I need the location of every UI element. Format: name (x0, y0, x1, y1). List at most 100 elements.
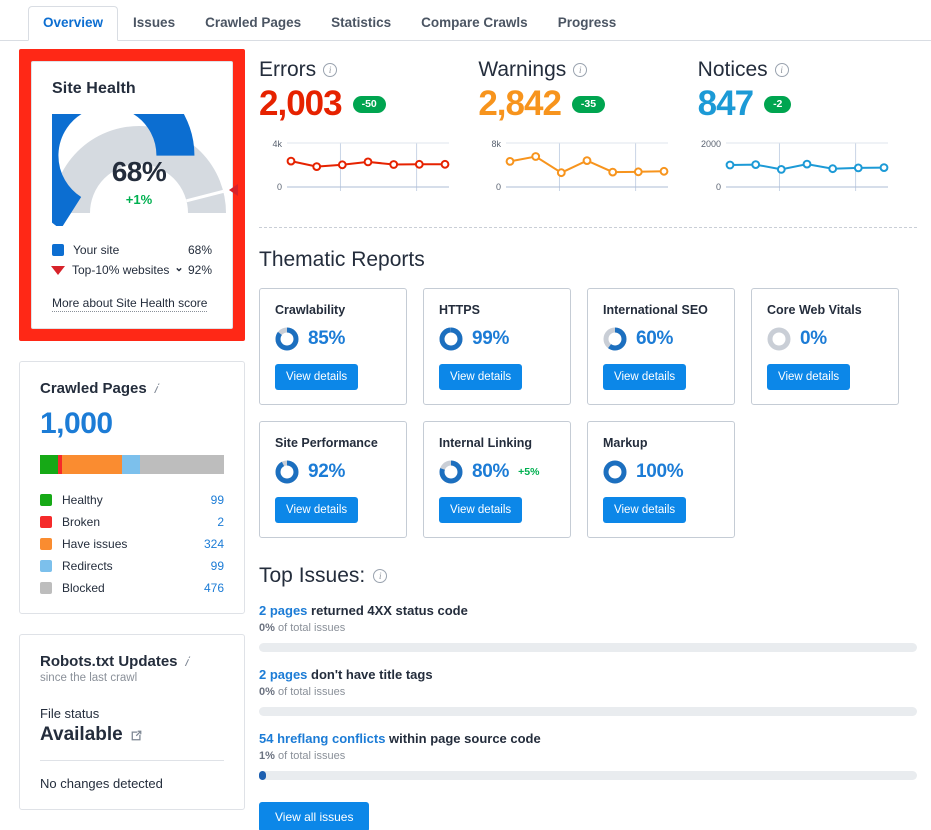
info-icon[interactable]: i (573, 63, 588, 77)
benchmark-marker-icon (229, 183, 239, 196)
robots-status-label: File status (40, 706, 100, 721)
thematic-card-title: HTTPS (439, 303, 480, 317)
metric-sparkline: 2000 0 (698, 135, 894, 203)
metric-name: Warnings (478, 58, 567, 81)
tab-bar: Overview Issues Crawled Pages Statistics Com… (0, 0, 931, 41)
sparkline-chart: 4k 0 (272, 139, 450, 192)
chevron-down-icon[interactable]: ⌄ (174, 262, 183, 274)
color-swatch-icon (52, 244, 64, 256)
color-swatch-icon (40, 538, 52, 550)
metric-value-row: 2,003 -50 (259, 83, 478, 125)
donut-icon-wrap (767, 327, 791, 351)
donut-progress-icon (767, 327, 791, 351)
crawled-pages-legend-row: Healthy 99 (40, 489, 224, 511)
info-icon[interactable]: i (323, 63, 338, 77)
top-issues-title: Top Issues: (259, 564, 366, 587)
crawled-pages-legend-value[interactable]: 324 (204, 537, 224, 551)
thematic-card-crawlability[interactable]: Crawlability 85% View details (259, 288, 407, 405)
site-health-legend-row: Top-10% websites ⌄ 92% (51, 260, 212, 280)
top-issue-link[interactable]: 2 pages (259, 603, 307, 618)
site-health-legend-value: 68% (187, 243, 212, 257)
thematic-card-site-performance[interactable]: Site Performance 92% View details (259, 421, 407, 538)
svg-text:2000: 2000 (701, 139, 721, 149)
tab-compare-crawls[interactable]: Compare Crawls (406, 6, 543, 41)
crawled-pages-title: Crawled Pages (40, 380, 147, 397)
thematic-card-title: International SEO (603, 303, 708, 317)
view-all-issues-button[interactable]: View all issues (259, 802, 370, 830)
tab-statistics[interactable]: Statistics (316, 6, 406, 41)
view-details-button[interactable]: View details (275, 497, 359, 523)
thematic-card-internal-linking[interactable]: Internal Linking 80% +5% View details (423, 421, 571, 538)
crawled-pages-legend-row: Redirects 99 (40, 555, 224, 577)
thematic-card-markup[interactable]: Markup 100% View details (587, 421, 735, 538)
site-health-card: Site Health 68% +1% Your site 68% Top-10% … (31, 61, 239, 329)
left-column: Site Health 68% +1% Your site 68% Top-10% … (19, 49, 245, 810)
tab-crawled-pages[interactable]: Crawled Pages (190, 6, 316, 41)
thematic-card-percent: 0% (800, 328, 827, 349)
donut-icon-wrap (603, 460, 627, 484)
top-issue-percent-label: 0% of total issues (259, 686, 346, 698)
thematic-card-core-web-vitals[interactable]: Core Web Vitals 0% View details (751, 288, 899, 405)
sparkline-chart: 8k 0 (492, 139, 669, 192)
external-link-icon[interactable] (130, 729, 143, 742)
view-details-button[interactable]: View details (439, 497, 523, 523)
crawled-pages-legend-value[interactable]: 476 (204, 581, 224, 595)
thematic-reports-title: Thematic Reports (259, 248, 425, 271)
thematic-card-score-row: 60% (603, 327, 720, 351)
info-icon[interactable]: i (774, 63, 789, 77)
metric-value: 2,842 (478, 84, 562, 123)
site-health-title: Site Health (52, 80, 136, 97)
site-health-legend-value: 92% (187, 263, 212, 277)
thematic-card-score-row: 0% (767, 327, 884, 351)
crawled-pages-legend-row: Blocked 476 (40, 577, 224, 599)
robots-title: Robots.txt Updates (40, 653, 178, 670)
top-issue-progress-bar (259, 771, 917, 780)
thematic-card-https[interactable]: HTTPS 99% View details (423, 288, 571, 405)
crawled-pages-legend-value[interactable]: 99 (211, 559, 224, 573)
top-issue-text: 2 pages don't have title tags (259, 667, 917, 682)
donut-icon-wrap (275, 327, 299, 351)
view-details-button[interactable]: View details (603, 497, 687, 523)
top-issue-item: 54 hreflang conflicts within page source… (259, 731, 917, 780)
top-issue-description: don't have title tags (307, 667, 433, 682)
metric-sparkline: 8k 0 (478, 135, 674, 203)
view-details-button[interactable]: View details (767, 364, 851, 390)
top-issue-link[interactable]: 54 hreflang conflicts (259, 731, 385, 746)
site-health-legend: Your site 68% Top-10% websites ⌄ 92% (51, 240, 212, 280)
metric-delta-badge: -50 (352, 95, 386, 113)
top-issue-item: 2 pages don't have title tags 0% of total… (259, 667, 917, 716)
info-icon[interactable]: 𝑖 (154, 381, 157, 397)
thematic-card-percent: 99% (472, 328, 510, 349)
tab-overview[interactable]: Overview (28, 6, 119, 41)
metrics-row: Errors i 2,003 -50 4k 0 Warnings i 2,842 -35 8k 0 No… (259, 58, 917, 203)
crawled-pages-legend-label: Redirects (62, 559, 113, 573)
crawled-pages-segment (62, 455, 122, 474)
more-about-site-health-link[interactable]: More about Site Health score (52, 296, 208, 312)
info-icon[interactable]: 𝑖 (185, 654, 188, 670)
thematic-card-international-seo[interactable]: International SEO 60% View details (587, 288, 735, 405)
top-issue-description: within page source code (385, 731, 541, 746)
view-details-button[interactable]: View details (275, 364, 359, 390)
view-details-button[interactable]: View details (439, 364, 523, 390)
thematic-card-delta: +5% (518, 466, 540, 478)
info-icon[interactable]: i (373, 569, 388, 583)
view-details-button[interactable]: View details (603, 364, 687, 390)
crawled-pages-legend-label: Blocked (62, 581, 105, 595)
metric-notices: Notices i 847 -2 2000 0 (698, 58, 917, 203)
robots-header: Robots.txt Updates 𝑖 (40, 653, 224, 670)
tab-issues[interactable]: Issues (118, 6, 190, 41)
donut-icon-wrap (275, 460, 299, 484)
crawled-pages-segment (140, 455, 224, 474)
top-issue-progress-bar (259, 643, 917, 652)
donut-progress-icon (603, 460, 627, 484)
tab-progress[interactable]: Progress (543, 6, 632, 41)
metric-sparkline: 4k 0 (259, 135, 455, 203)
crawled-pages-segment-bar (40, 455, 224, 474)
svg-text:8k: 8k (492, 139, 502, 149)
crawled-pages-legend-value[interactable]: 2 (217, 515, 224, 529)
top-issue-link[interactable]: 2 pages (259, 667, 307, 682)
thematic-card-score-row: 85% (275, 327, 392, 351)
top-issue-progress-fill (259, 771, 266, 780)
crawled-pages-legend-value[interactable]: 99 (211, 493, 224, 507)
sparkline-chart: 2000 0 (701, 139, 889, 192)
